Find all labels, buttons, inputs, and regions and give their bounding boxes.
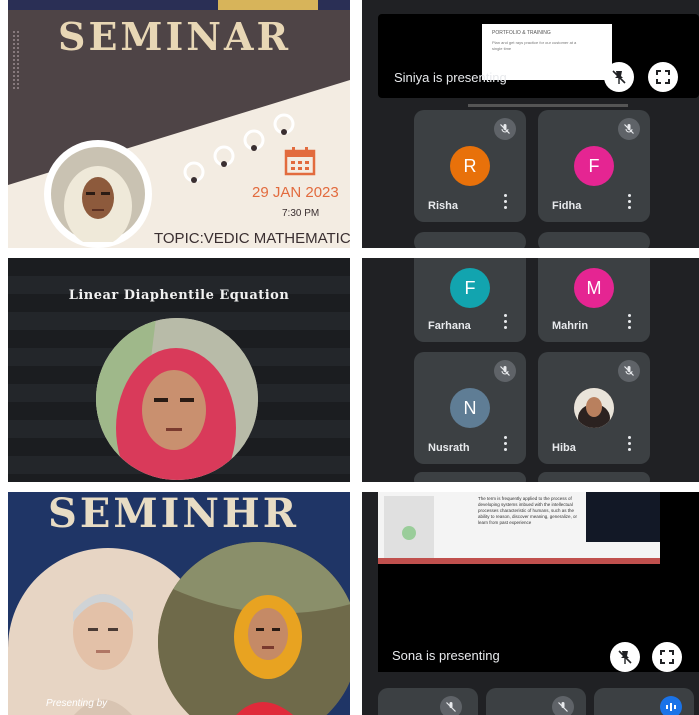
event-date: 29 JAN 2023 (252, 184, 339, 201)
participant-tile-partial (414, 232, 526, 248)
shared-screen: The term is frequently applied to the pr… (378, 492, 660, 564)
participant-tile-partial (538, 472, 650, 482)
avatar: N (450, 388, 490, 428)
avatar: F (450, 268, 490, 308)
seminar-ai-poster-panel: SEMINHR Presenting by (8, 492, 350, 715)
fullscreen-button[interactable] (648, 62, 678, 92)
mic-off-icon (618, 360, 640, 382)
slide-bottom-bar (378, 558, 660, 564)
diophantine-poster-panel: Linear Diaphentile Equation (8, 258, 350, 482)
slide-heading: PORTFOLIO & TRAINING (492, 30, 551, 36)
robot-photo (48, 582, 158, 715)
mic-off-icon (618, 118, 640, 140)
slide-video (586, 492, 660, 542)
participant-tile-nusrath[interactable]: N Nusrath (414, 352, 526, 464)
participant-tile-fidha[interactable]: F Fidha (538, 110, 650, 222)
more-options-icon[interactable] (628, 314, 632, 330)
participant-tile-partial (486, 688, 586, 715)
more-options-icon[interactable] (504, 194, 508, 210)
avatar: F (574, 146, 614, 186)
more-options-icon[interactable] (504, 314, 508, 330)
participant-name: Hiba (552, 442, 576, 454)
seminar-poster-panel: SEMINAR 29 JAN 2023 7:30 PM TOPIC:VEDIC … (8, 0, 350, 248)
mic-off-icon (494, 118, 516, 140)
avatar-photo (574, 388, 614, 428)
slide-text: The term is frequently applied to the pr… (478, 496, 578, 525)
participant-tile-partial (594, 688, 694, 715)
fullscreen-icon (656, 70, 670, 84)
mic-off-icon (552, 696, 574, 715)
participant-tile-mahrin[interactable]: M Mahrin (538, 258, 650, 342)
more-options-icon[interactable] (628, 436, 632, 452)
spiral-rings (183, 113, 295, 183)
fullscreen-button[interactable] (652, 642, 682, 672)
meet-panel-sona: The term is frequently applied to the pr… (362, 492, 699, 715)
participant-tile-partial (414, 472, 526, 482)
unpin-button[interactable] (610, 642, 640, 672)
unpin-icon (612, 70, 626, 84)
avatar: M (574, 268, 614, 308)
presenter-label: Siniya is presenting (394, 70, 507, 85)
poster-footer: Presenting by (46, 698, 108, 709)
presentation-area[interactable]: PORTFOLIO & TRAINING Plan and get rays p… (378, 14, 699, 107)
event-topic: TOPIC:VEDIC MATHEMATICS (154, 230, 350, 247)
presenter-photo (44, 140, 152, 248)
mic-off-icon (440, 696, 462, 715)
participant-tile-partial (538, 232, 650, 248)
presenter-photo (158, 542, 350, 715)
more-options-icon[interactable] (628, 194, 632, 210)
unpin-button[interactable] (604, 62, 634, 92)
participant-name: Fidha (552, 200, 582, 212)
presenter-label: Sona is presenting (392, 648, 500, 663)
participant-name: Farhana (428, 320, 471, 332)
more-options-icon[interactable] (504, 436, 508, 452)
event-time: 7:30 PM (282, 208, 320, 219)
mic-off-icon (494, 360, 516, 382)
slide-progress-bar (468, 104, 628, 107)
participant-name: Nusrath (428, 442, 470, 454)
participant-tile-farhana[interactable]: F Farhana (414, 258, 526, 342)
participant-tile-hiba[interactable]: Hiba (538, 352, 650, 464)
avatar: R (450, 146, 490, 186)
participant-name: Risha (428, 200, 458, 212)
unpin-icon (618, 650, 632, 664)
participant-tile-risha[interactable]: R Risha (414, 110, 526, 222)
presenter-photo (96, 318, 258, 480)
calendar-icon (284, 147, 316, 176)
meet-panel-siniya: PORTFOLIO & TRAINING Plan and get rays p… (362, 0, 699, 248)
meet-panel-grid: F Farhana M Mahrin N Nusrath Hiba (362, 258, 699, 482)
poster-title: SEMINHR (48, 492, 299, 537)
speaking-indicator-icon (660, 696, 682, 715)
fullscreen-icon (660, 650, 674, 664)
slide-thumbnails (384, 496, 434, 558)
participant-name: Mahrin (552, 320, 589, 332)
slide-text: Plan and get rays practice for our custo… (492, 40, 577, 51)
poster-heading: Linear Diaphentile Equation (68, 288, 290, 303)
presentation-area[interactable]: The term is frequently applied to the pr… (378, 492, 699, 672)
participant-tile-partial (378, 688, 478, 715)
